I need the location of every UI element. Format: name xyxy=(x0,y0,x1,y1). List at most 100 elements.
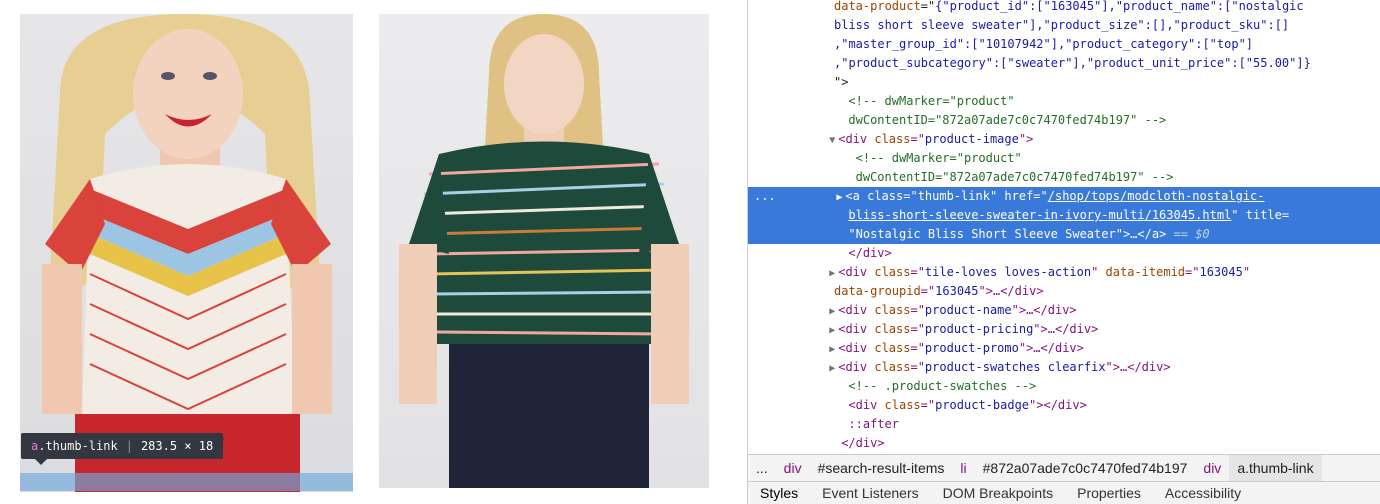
breadcrumb: ... div #search-result-items li #872a07ade7c… xyxy=(748,454,1380,482)
dom-node-line[interactable]: ▶ <div class="product-name">…</div> xyxy=(748,301,1380,320)
tooltip-size: 283.5 × 18 xyxy=(140,439,214,453)
token-av: "Nostalgic Bliss Short Sleeve Sweater" xyxy=(848,227,1123,241)
expand-triangle-down-icon[interactable]: ▼ xyxy=(829,135,835,146)
dom-node-line[interactable]: </div> xyxy=(748,434,1380,452)
token-t: "> xyxy=(1018,132,1034,146)
breadcrumb-item[interactable]: div xyxy=(776,460,810,476)
dom-node-line[interactable]: <!-- dwMarker="product" xyxy=(748,92,1380,111)
token-t: >…</a> xyxy=(1122,227,1167,241)
token-t: ">…</div> xyxy=(978,284,1044,298)
tab-event-listeners[interactable]: Event Listeners xyxy=(810,485,931,501)
token-an: data-product xyxy=(834,0,921,13)
node-menu-dots[interactable]: ... xyxy=(754,187,776,206)
token-an: class xyxy=(874,322,911,336)
dom-node-line[interactable]: <!-- .product-swatches --> xyxy=(748,377,1380,396)
dom-node-line[interactable]: ,"master_group_id":["10107942"],"product… xyxy=(748,35,1380,54)
token-t: =" xyxy=(920,398,936,412)
dom-node-line[interactable]: ▶ <div class="tile-loves loves-action" da… xyxy=(748,263,1380,282)
dom-node-line[interactable]: <div class="product-badge"></div> xyxy=(748,396,1380,415)
token-t: </div> xyxy=(848,246,892,260)
dom-node-line[interactable]: data-groupid="163045">…</div> xyxy=(748,282,1380,301)
token-av: 163045 xyxy=(935,284,979,298)
token-t: ">…</div> xyxy=(1011,303,1077,317)
token-an: data-groupid xyxy=(834,284,921,298)
token-c: <!-- dwMarker="product" xyxy=(855,151,1022,165)
dom-node-line[interactable]: "> xyxy=(748,73,1380,92)
token-t: <div xyxy=(838,265,875,279)
token-av: product-image xyxy=(924,132,1019,146)
token-an: class xyxy=(874,341,911,355)
product-photo-striped-sweater[interactable] xyxy=(379,14,709,488)
token-t: <div xyxy=(838,303,875,317)
token-t: =" xyxy=(910,360,925,374)
expand-triangle-right-icon[interactable]: ▶ xyxy=(836,192,842,203)
dom-node-line[interactable]: ,"product_subcategory":["sweater"],"prod… xyxy=(748,54,1380,73)
element-highlight-overlay xyxy=(20,473,353,491)
tab-properties[interactable]: Properties xyxy=(1065,485,1153,501)
breadcrumb-item[interactable]: #search-result-items xyxy=(810,460,953,476)
breadcrumb-item[interactable]: #872a07ade7c0c7470fed74b197 xyxy=(975,460,1196,476)
dom-node-line[interactable]: ▶ <div class="product-pricing">…</div> xyxy=(748,320,1380,339)
token-an: class xyxy=(874,303,911,317)
dom-node-line[interactable]: bliss short sleeve sweater"],"product_si… xyxy=(748,16,1380,35)
token-c: <!-- dwMarker="product" xyxy=(848,94,1015,108)
dom-node-line[interactable]: </div> xyxy=(748,244,1380,263)
token-t: =" xyxy=(1033,189,1048,203)
token-t: "></div> xyxy=(1029,398,1087,412)
breadcrumb-item[interactable]: ... xyxy=(748,460,776,476)
token-t: <div xyxy=(838,341,875,355)
token-c: dwContentID="872a07ade7c0c7470fed74b197"… xyxy=(855,170,1174,184)
token-an: data-itemid xyxy=(1105,265,1186,279)
dom-node-line[interactable]: dwContentID="872a07ade7c0c7470fed74b197"… xyxy=(748,111,1380,130)
dom-node-line[interactable]: ▼ <div class="product-image"> xyxy=(748,130,1380,149)
dom-node-line[interactable]: ::after xyxy=(748,415,1380,434)
expand-triangle-right-icon[interactable]: ▶ xyxy=(829,268,835,279)
dom-node-line[interactable]: ▶ <div class="product-swatches clearfix">… xyxy=(748,358,1380,377)
striped-sweater-image xyxy=(399,14,689,488)
dom-node-line[interactable]: bliss-short-sleeve-sweater-in-ivory-mult… xyxy=(748,206,1380,225)
token-t: ">…</div> xyxy=(1033,322,1099,336)
dom-node-line[interactable]: "Nostalgic Bliss Short Sleeve Sweater">…… xyxy=(748,225,1380,244)
token-t: =" xyxy=(910,303,925,317)
token-t: ">…</div> xyxy=(1018,341,1084,355)
token-av: bliss short sleeve sweater"],"product_si… xyxy=(834,18,1290,32)
token-t: =" xyxy=(910,265,925,279)
token-avu: bliss-short-sleeve-sweater-in-ivory-mult… xyxy=(848,208,1232,222)
expand-triangle-right-icon[interactable]: ▶ xyxy=(829,306,835,317)
sidebar-tabs: Styles Event Listeners DOM Breakpoints Prop… xyxy=(748,482,1380,504)
expand-triangle-right-icon[interactable]: ▶ xyxy=(829,344,835,355)
token-t: " xyxy=(1242,265,1251,279)
breadcrumb-item[interactable]: a.thumb-link xyxy=(1229,455,1322,481)
token-t: " xyxy=(1231,208,1246,222)
tab-accessibility[interactable]: Accessibility xyxy=(1153,485,1253,501)
token-av: product-pricing xyxy=(924,322,1034,336)
breadcrumb-item[interactable]: div xyxy=(1195,460,1229,476)
token-an: class xyxy=(867,189,904,203)
token-an: class xyxy=(874,360,911,374)
token-t: <div xyxy=(848,398,885,412)
tooltip-class: .thumb-link xyxy=(38,439,118,453)
dom-node-line[interactable]: ▶ <div class="product-promo">…</div> xyxy=(748,339,1380,358)
token-t: <div xyxy=(838,322,875,336)
dom-node-line[interactable]: data-product="{"product_id":["163045"],"… xyxy=(748,0,1380,16)
dom-node-line[interactable]: <!-- dwMarker="product" xyxy=(748,149,1380,168)
token-t: =" xyxy=(910,132,925,146)
token-an: href xyxy=(1004,189,1034,203)
dom-node-line[interactable]: ... ▶ <a class="thumb-link" href="/shop/to… xyxy=(748,187,1380,206)
token-av: ,"master_group_id":["10107942"],"product… xyxy=(834,37,1254,51)
expand-triangle-right-icon[interactable]: ▶ xyxy=(829,363,835,374)
expand-triangle-right-icon[interactable]: ▶ xyxy=(829,325,835,336)
token-t: =" xyxy=(1185,265,1200,279)
tab-styles[interactable]: Styles xyxy=(748,485,810,501)
dom-node-line[interactable]: dwContentID="872a07ade7c0c7470fed74b197"… xyxy=(748,168,1380,187)
devtools-panel: data-product="{"product_id":["163045"],"… xyxy=(747,0,1380,504)
tab-dom-breakpoints[interactable]: DOM Breakpoints xyxy=(931,485,1065,501)
token-t: ::after xyxy=(848,417,899,431)
elements-tree[interactable]: data-product="{"product_id":["163045"],"… xyxy=(748,0,1380,452)
breadcrumb-item[interactable]: li xyxy=(952,460,974,476)
token-avu: /shop/tops/modcloth-nostalgic- xyxy=(1047,189,1265,203)
token-t: = xyxy=(1281,208,1290,222)
product-grid: a .thumb-link | 283.5 × 18 xyxy=(0,0,740,504)
token-an: class xyxy=(874,265,911,279)
product-photo-chevron-sweater[interactable] xyxy=(20,14,353,492)
